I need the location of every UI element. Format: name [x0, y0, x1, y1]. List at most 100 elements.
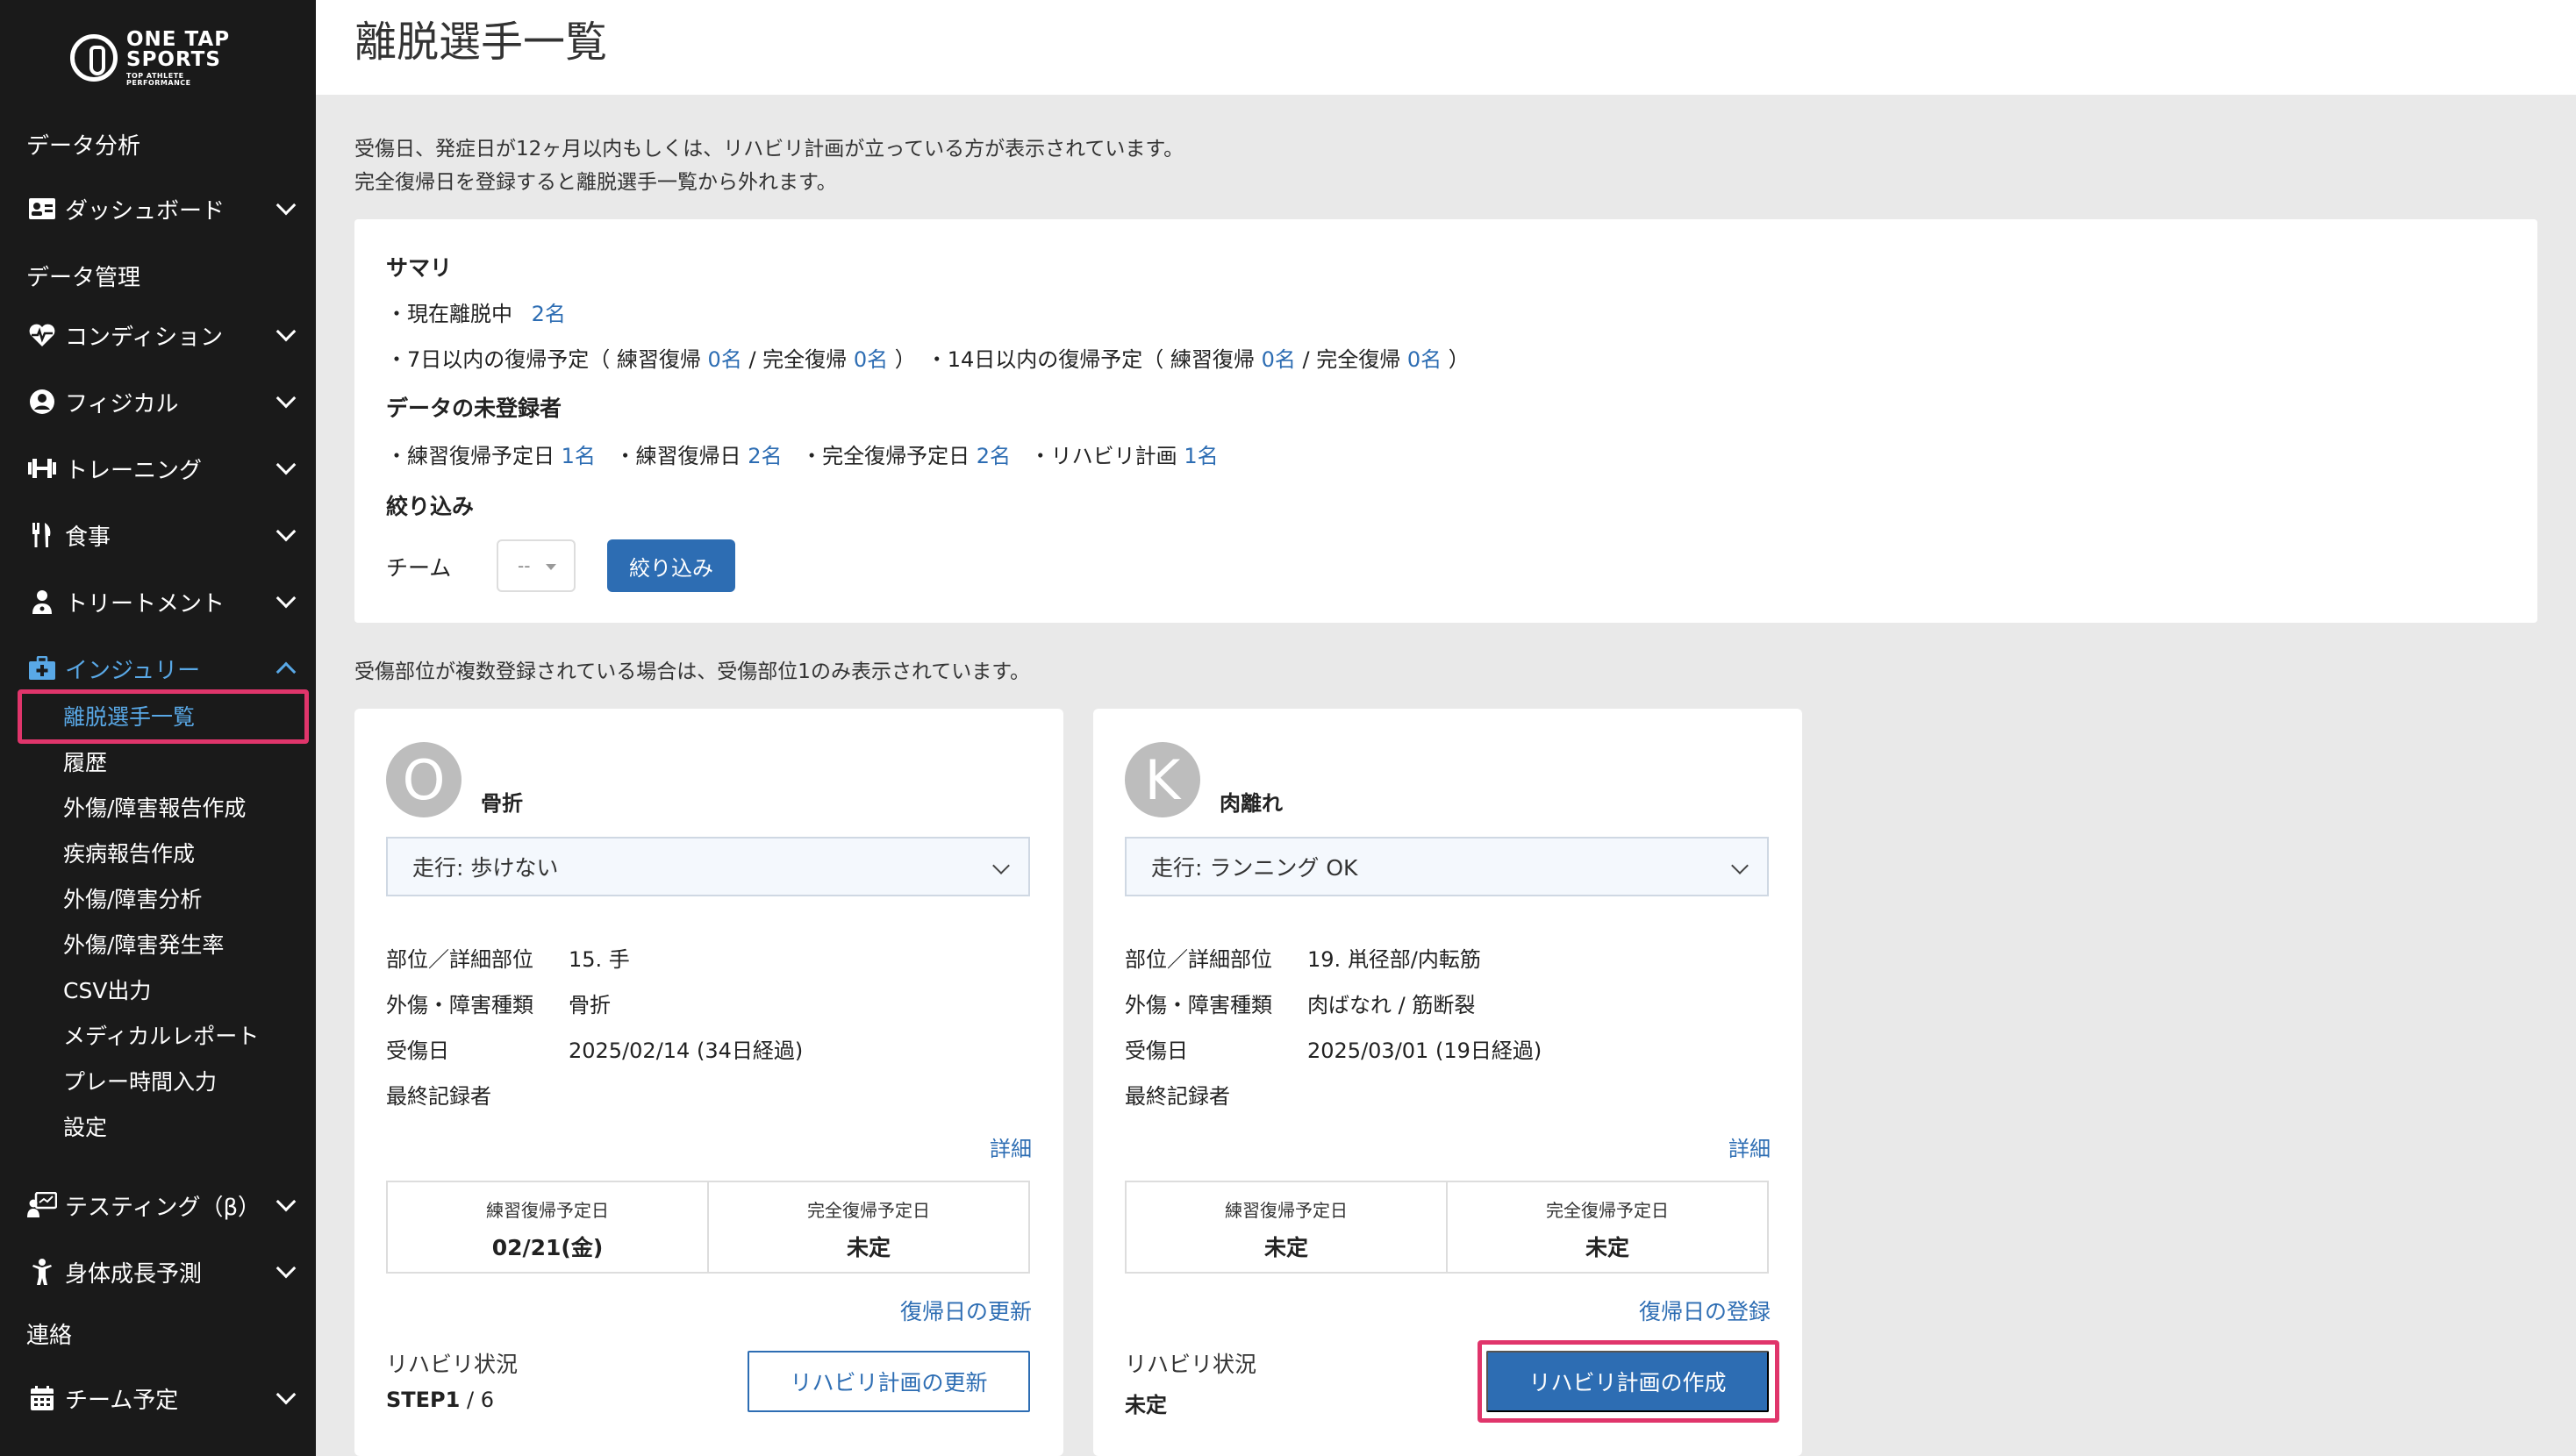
page-title: 離脱選手一覧: [354, 18, 608, 67]
injury-date-value: 2025/03/01 (19日経過): [1307, 1038, 1542, 1063]
sidebar-item-label: テスティング（β）: [65, 1194, 261, 1221]
sidebar-item-condition[interactable]: コンディション: [0, 302, 316, 368]
sidebar-item-meal[interactable]: 食事: [0, 502, 316, 568]
submenu-item-injury-report[interactable]: 外傷/障害報告作成: [0, 784, 316, 830]
rehab-status-label: リハビリ状況: [386, 1352, 519, 1377]
running-status-select[interactable]: 走行: 歩けない: [386, 837, 1030, 896]
chevron-down-icon: [275, 454, 297, 475]
team-select[interactable]: --: [497, 539, 576, 592]
detail-link[interactable]: 詳細: [990, 1131, 1032, 1162]
summary-return-schedule: ・7日以内の復帰予定（ 練習復帰 0名 / 完全復帰 0名 ） ・14日以内の復…: [386, 342, 1470, 373]
first-aid-kit-icon: [26, 653, 58, 684]
unregistered-heading: データの未登録者: [386, 396, 562, 421]
sidebar: ONE TAP SPORTS TOP ATHLETE PERFORMANCE デ…: [0, 0, 316, 1456]
logo-line-2: SPORTS: [126, 47, 221, 71]
logo-line-1: ONE TAP: [126, 27, 231, 51]
chevron-down-icon: [275, 388, 297, 409]
player-card: O 骨折 走行: 歩けない 部位／詳細部位 15. 手 外傷・障害種類 骨折 受傷日…: [354, 709, 1063, 1456]
return-7d-practice-count-link[interactable]: 0名: [708, 347, 742, 372]
chalkboard-user-icon: [26, 1189, 58, 1221]
sidebar-item-dashboard[interactable]: ダッシュボード: [0, 175, 316, 242]
submenu-item-injury-rate[interactable]: 外傷/障害発生率: [0, 921, 316, 967]
avatar[interactable]: K: [1125, 742, 1200, 817]
submenu-item-csv-export[interactable]: CSV出力: [0, 967, 316, 1012]
unreg-rehab-plan-count-link[interactable]: 1名: [1184, 444, 1218, 468]
chevron-down-icon: [275, 521, 297, 542]
full-return-cell: 完全復帰予定日 未定: [707, 1182, 1028, 1272]
sidebar-item-training[interactable]: トレーニング: [0, 435, 316, 502]
update-return-date-link[interactable]: 復帰日の更新: [900, 1295, 1032, 1326]
submenu-item-settings[interactable]: 設定: [0, 1103, 316, 1149]
return-7d-full-count-link[interactable]: 0名: [854, 347, 888, 372]
body-part-label: 部位／詳細部位: [1125, 947, 1272, 972]
practice-return-label: 練習復帰予定日: [1225, 1200, 1348, 1221]
calendar-icon: [26, 1382, 58, 1414]
full-return-value: 未定: [846, 1235, 891, 1260]
sidebar-item-label: トレーニング: [65, 457, 203, 484]
detail-link[interactable]: 詳細: [1728, 1131, 1771, 1162]
injury-date-value: 2025/02/14 (34日経過): [569, 1038, 804, 1063]
submenu-item-injury-analysis[interactable]: 外傷/障害分析: [0, 875, 316, 921]
id-card-icon: [26, 193, 58, 225]
sidebar-item-data-analysis[interactable]: データ分析: [0, 123, 140, 165]
avatar[interactable]: O: [386, 742, 462, 817]
injury-date-row: 受傷日 2025/02/14 (34日経過): [386, 1033, 803, 1064]
filter-button[interactable]: 絞り込み: [607, 539, 735, 592]
submenu-item-medical-report[interactable]: メディカルレポート: [0, 1012, 316, 1058]
injury-type-row: 外傷・障害種類 肉ばなれ / 筋断裂: [1125, 988, 1475, 1018]
unreg-practice-plan-count-link[interactable]: 1名: [562, 444, 596, 468]
unreg-full-plan-count-link[interactable]: 2名: [977, 444, 1011, 468]
submenu-item-illness-report[interactable]: 疾病報告作成: [0, 830, 316, 875]
injury-type-label: 外傷・障害種類: [1125, 993, 1272, 1017]
active-item-highlight: [18, 689, 309, 744]
app-logo[interactable]: ONE TAP SPORTS TOP ATHLETE PERFORMANCE: [70, 27, 246, 86]
full-return-label: 完全復帰予定日: [1546, 1200, 1669, 1221]
last-recorder-row: 最終記録者: [386, 1079, 569, 1110]
player-card: K 肉離れ 走行: ランニング OK 部位／詳細部位 19. 鼡径部/内転筋 外傷…: [1093, 709, 1802, 1456]
summary-heading: サマリ: [386, 255, 453, 281]
rehab-step: STEP1: [386, 1388, 461, 1412]
register-return-date-link[interactable]: 復帰日の登録: [1639, 1295, 1771, 1326]
return-14d-practice-count-link[interactable]: 0名: [1262, 347, 1296, 372]
unreg-practice-date-label: ・練習復帰日: [614, 444, 741, 468]
user-circle-icon: [26, 386, 58, 418]
rehab-status-value: STEP1 / 6: [386, 1388, 494, 1412]
sidebar-item-data-management[interactable]: データ管理: [0, 254, 140, 296]
unreg-practice-date-count-link[interactable]: 2名: [748, 444, 782, 468]
injury-submenu: 離脱選手一覧 履歴 外傷/障害報告作成 疾病報告作成 外傷/障害分析 外傷/障害…: [0, 693, 316, 1149]
chevron-down-icon: [275, 195, 297, 216]
sidebar-item-physical[interactable]: フィジカル: [0, 368, 316, 435]
practice-return-cell: 練習復帰予定日 02/21(金): [388, 1182, 707, 1272]
sidebar-item-treatment[interactable]: トリートメント: [0, 568, 316, 635]
submenu-item-play-time-input[interactable]: プレー時間入力: [0, 1058, 316, 1103]
body-part-row: 部位／詳細部位 15. 手: [386, 942, 630, 973]
sidebar-item-label: ダッシュボード: [65, 197, 225, 225]
create-rehab-plan-highlight: [1478, 1340, 1779, 1423]
unreg-full-plan-label: ・完全復帰予定日: [801, 444, 970, 468]
return-14d-full-count-link[interactable]: 0名: [1407, 347, 1442, 372]
sidebar-item-team-schedule[interactable]: チーム予定: [0, 1365, 316, 1431]
rehab-total: / 6: [460, 1388, 494, 1412]
sidebar-item-label: トリートメント: [65, 590, 225, 617]
current-absent-count-link[interactable]: 2名: [532, 302, 566, 326]
return-14d-practice-label: ） ・14日以内の復帰予定（ 練習復帰: [894, 347, 1255, 372]
injury-date-label: 受傷日: [386, 1038, 449, 1063]
sidebar-item-testing[interactable]: テスティング（β）: [0, 1172, 316, 1238]
last-recorder-label: 最終記録者: [1125, 1084, 1230, 1109]
return-dates-table: 練習復帰予定日 02/21(金) 完全復帰予定日 未定: [386, 1181, 1030, 1274]
logo-mark-icon: [70, 34, 118, 82]
sidebar-item-growth-prediction[interactable]: 身体成長予測: [0, 1238, 316, 1305]
injury-date-row: 受傷日 2025/03/01 (19日経過): [1125, 1033, 1542, 1064]
full-return-label: 完全復帰予定日: [807, 1200, 930, 1221]
injury-title: 肉離れ: [1220, 791, 1283, 816]
unreg-practice-plan-label: ・練習復帰予定日: [386, 444, 555, 468]
sidebar-item-contact[interactable]: 連絡: [0, 1312, 72, 1354]
page-header: 離脱選手一覧: [316, 0, 2576, 95]
summary-current: ・現在離脱中 2名: [386, 296, 566, 327]
submenu-item-history[interactable]: 履歴: [0, 739, 316, 784]
update-rehab-plan-button[interactable]: リハビリ計画の更新: [748, 1351, 1030, 1412]
return-7d-practice-label: ・7日以内の復帰予定（ 練習復帰: [386, 347, 701, 372]
running-status-select[interactable]: 走行: ランニング OK: [1125, 837, 1769, 896]
rehab-status-value: 未定: [1125, 1393, 1167, 1417]
body-part-value: 19. 鼡径部/内転筋: [1307, 947, 1481, 972]
